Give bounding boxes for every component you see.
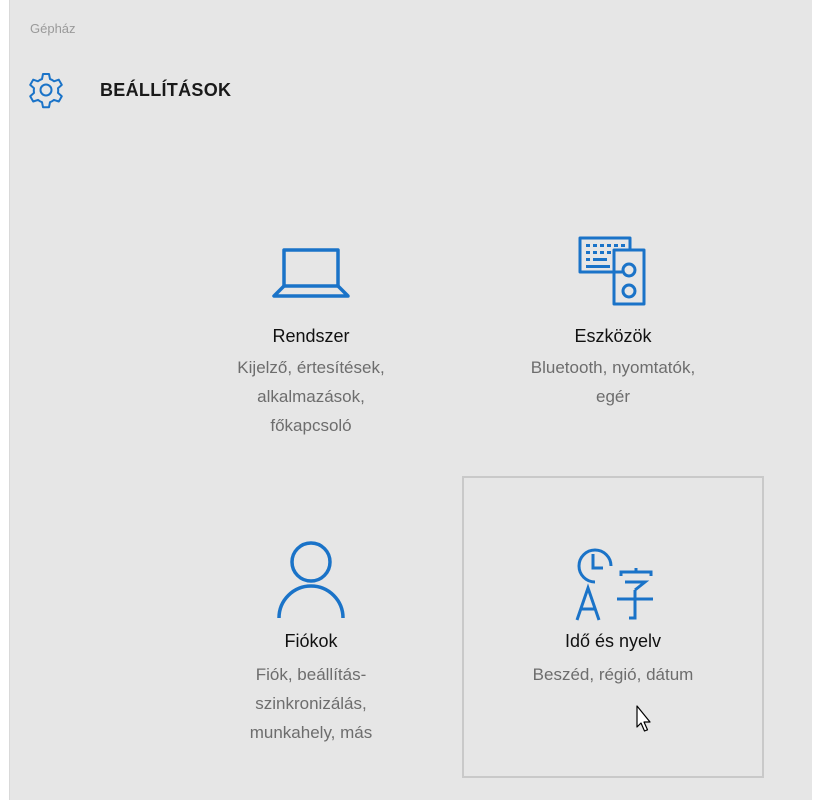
description-line: egér [595, 387, 631, 406]
tile-description: Fiók, beállítás- szinkronizálás, munkahe… [160, 660, 462, 747]
settings-header: BEÁLLÍTÁSOK [26, 70, 231, 110]
app-title: Gépház [30, 21, 76, 36]
description-line: Kijelző, értesítések, [237, 358, 385, 377]
description-line: alkalmazások, [257, 387, 365, 406]
tile-eszkozok[interactable]: Eszközök Bluetooth, nyomtatók, egér [462, 220, 764, 520]
window-right-edge [812, 0, 816, 800]
description-line: szinkronizálás, [255, 694, 367, 713]
tile-description: Beszéd, régió, dátum [464, 660, 762, 689]
tile-fiokok[interactable]: Fiókok Fiók, beállítás- szinkronizálás, … [160, 476, 462, 776]
time-language-icon [464, 542, 762, 622]
laptop-icon [160, 246, 462, 298]
tile-title: Rendszer [272, 326, 350, 346]
tile-description: Bluetooth, nyomtatók, egér [462, 353, 764, 411]
person-icon [160, 538, 462, 620]
description-line: főkapcsoló [270, 416, 352, 435]
tile-title: Fiókok [284, 631, 338, 651]
settings-window: Gépház BEÁLLÍTÁSOK Rendszer Kijelző, ért… [0, 0, 816, 800]
gear-icon[interactable] [26, 70, 66, 110]
description-line: Fiók, beállítás- [255, 665, 367, 684]
tile-title: Eszközök [574, 326, 652, 346]
tile-title: Idő és nyelv [564, 631, 662, 651]
description-line: Bluetooth, nyomtatók, [530, 358, 696, 377]
description-line: munkahely, más [249, 723, 373, 742]
tile-description: Kijelző, értesítések, alkalmazások, főka… [160, 353, 462, 440]
tile-rendszer[interactable]: Rendszer Kijelző, értesítések, alkalmazá… [160, 220, 462, 520]
description-line: Beszéd, régió, dátum [532, 665, 694, 684]
tile-ido-es-nyelv[interactable]: Idő és nyelv Beszéd, régió, dátum [462, 476, 764, 778]
devices-icon [462, 234, 764, 306]
window-left-edge [0, 0, 10, 800]
page-title: BEÁLLÍTÁSOK [100, 79, 232, 100]
